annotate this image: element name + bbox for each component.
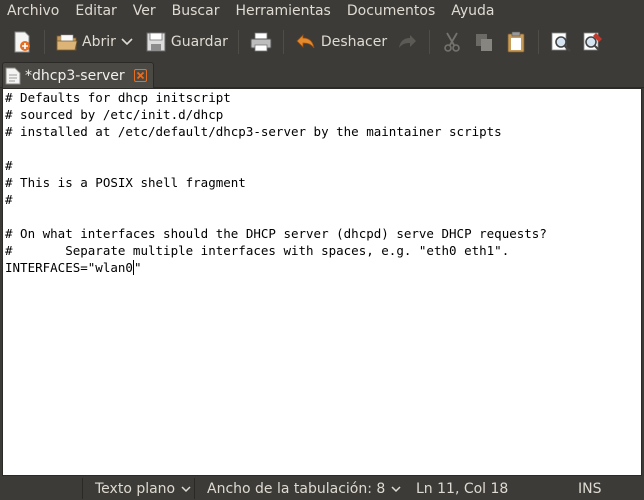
toolbar: Abrir Guardar Deshacer (0, 24, 644, 60)
open-button-label: Abrir (82, 34, 116, 50)
toolbar-separator (538, 30, 540, 54)
text-file-icon (5, 67, 21, 84)
menu-herramientas[interactable]: Herramientas (227, 0, 338, 24)
open-button[interactable]: Abrir (51, 27, 120, 57)
redo-icon (399, 35, 417, 48)
toolbar-separator (44, 30, 45, 54)
undo-button[interactable]: Deshacer (290, 27, 391, 57)
code-line: # (5, 158, 13, 173)
tab-dhcp3-server[interactable]: *dhcp3-server (2, 62, 154, 88)
new-button[interactable] (6, 27, 38, 57)
chevron-down-icon (181, 485, 191, 492)
menu-archivo[interactable]: Archivo (0, 0, 67, 24)
editor-content: # Defaults for dhcp initscript # sourced… (5, 89, 547, 276)
print-button[interactable] (245, 27, 277, 57)
document-tabs: *dhcp3-server (0, 60, 644, 88)
close-icon[interactable] (134, 69, 147, 82)
toolbar-separator (429, 30, 431, 54)
copy-icon (476, 34, 493, 51)
text-editor[interactable]: # Defaults for dhcp initscript # sourced… (2, 88, 642, 476)
cut-button[interactable] (436, 27, 468, 57)
code-line: # Separate multiple interfaces with spac… (5, 243, 510, 258)
code-line-current: INTERFACES="wlan0" (5, 259, 547, 276)
paste-button[interactable] (500, 27, 532, 57)
code-line-text: INTERFACES="wlan0 (5, 260, 133, 275)
cursor-position: Ln 11, Col 18 (404, 478, 524, 499)
open-recent-dropdown[interactable] (120, 38, 134, 46)
menu-ver[interactable]: Ver (125, 0, 164, 24)
tab-width-selector[interactable]: Ancho de la tabulación: 8 (194, 478, 404, 499)
language-selector[interactable]: Texto plano (82, 478, 194, 499)
tab-width-label: Ancho de la tabulación: 8 (207, 480, 386, 497)
copy-button[interactable] (468, 27, 500, 57)
insert-mode-label: INS (578, 480, 602, 497)
menu-bar: Archivo Editar Ver Buscar Herramientas D… (0, 0, 644, 24)
chevron-down-icon (391, 485, 401, 492)
tab-title: *dhcp3-server (25, 67, 125, 84)
save-button[interactable]: Guardar (140, 27, 232, 57)
toolbar-separator (237, 30, 239, 54)
undo-icon (296, 34, 315, 49)
menu-editar[interactable]: Editar (67, 0, 124, 24)
menu-documentos[interactable]: Documentos (339, 0, 443, 24)
toolbar-separator (282, 30, 284, 54)
code-line-tail: " (133, 260, 142, 275)
redo-button[interactable] (391, 27, 423, 57)
scissors-icon (444, 32, 460, 52)
replace-button[interactable] (577, 27, 609, 57)
save-icon (146, 32, 166, 52)
undo-button-label: Deshacer (320, 34, 388, 50)
save-button-label: Guardar (170, 34, 228, 50)
code-line: # sourced by /etc/init.d/dhcp (5, 107, 224, 122)
code-line: # (5, 192, 13, 207)
folder-open-icon (56, 34, 78, 51)
new-document-icon (14, 31, 30, 53)
menu-buscar[interactable]: Buscar (164, 0, 228, 24)
chevron-down-icon (121, 38, 133, 46)
clipboard-icon (507, 31, 525, 53)
code-line: # Defaults for dhcp initscript (5, 90, 231, 105)
code-line: # On what interfaces should the DHCP ser… (5, 226, 547, 241)
printer-icon (250, 32, 272, 52)
cursor-position-label: Ln 11, Col 18 (416, 480, 509, 497)
search-button[interactable] (545, 27, 577, 57)
code-line: # This is a POSIX shell fragment (5, 175, 246, 190)
code-line: # installed at /etc/default/dhcp3-server… (5, 124, 502, 139)
menu-ayuda[interactable]: Ayuda (443, 0, 502, 24)
find-icon (551, 32, 571, 52)
status-bar: Texto plano Ancho de la tabulación: 8 Ln… (0, 476, 644, 500)
language-label: Texto plano (95, 480, 176, 497)
insert-mode: INS (566, 478, 626, 499)
find-replace-icon (583, 32, 603, 51)
